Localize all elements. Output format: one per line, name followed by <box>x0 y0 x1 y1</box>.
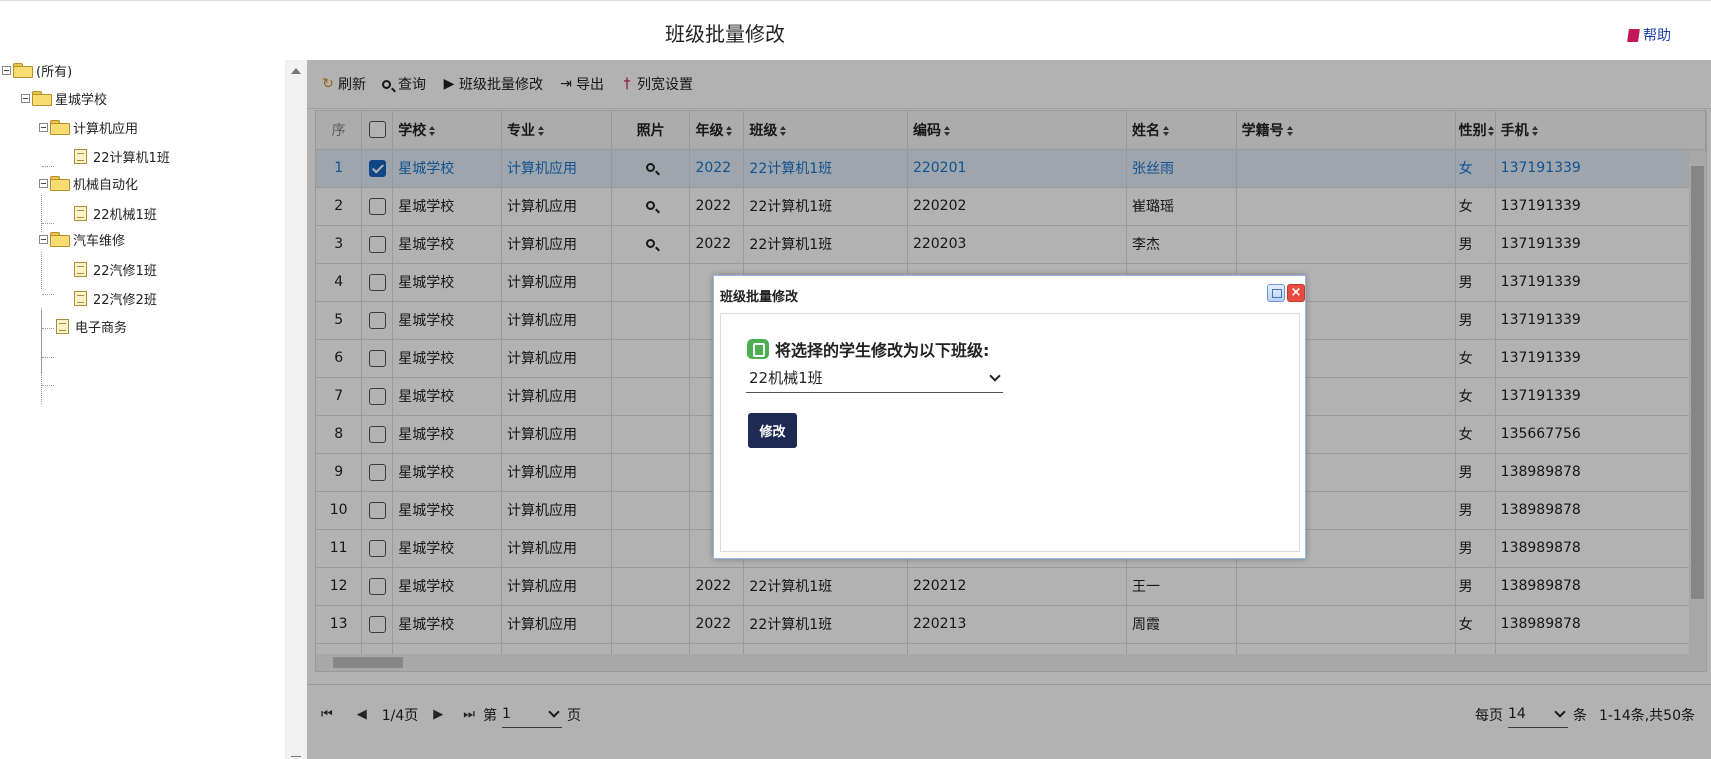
tree-node-label: 22机械1班 <box>93 207 157 223</box>
folder-icon <box>50 232 70 247</box>
collapse-toggle-icon[interactable] <box>39 234 48 244</box>
scroll-down-icon[interactable] <box>291 756 301 757</box>
document-icon <box>74 148 87 164</box>
folder-icon <box>50 120 70 135</box>
page-title: 班级批量修改 <box>665 22 785 46</box>
tree-node-label: 机械自动化 <box>73 177 139 193</box>
document-icon <box>74 290 87 306</box>
tree-node-school[interactable]: 星城学校 <box>21 86 107 110</box>
dialog-body: 将选择的学生修改为以下班级: 22机械1班 修改 <box>720 313 1300 552</box>
tree-node-label: 22汽修2班 <box>93 292 157 308</box>
class-select[interactable]: 22机械1班 <box>746 363 1003 393</box>
form-icon <box>747 339 769 359</box>
folder-icon <box>50 176 70 191</box>
tree-node-major-computer[interactable]: 计算机应用 <box>39 115 138 139</box>
dialog-header: 班级批量修改 × <box>714 276 1305 314</box>
tree-node-major-ecommerce[interactable]: 电子商务 <box>56 314 127 338</box>
tree-node-class[interactable]: 22机械1班 <box>74 201 157 225</box>
collapse-toggle-icon[interactable] <box>39 122 48 132</box>
tree-node-all[interactable]: (所有) <box>2 58 72 82</box>
help-link[interactable]: 帮助 <box>1627 25 1671 45</box>
tree-node-label: 22汽修1班 <box>93 263 157 279</box>
help-label: 帮助 <box>1643 28 1671 44</box>
folder-icon <box>32 91 52 106</box>
tree-node-major-auto[interactable]: 汽车维修 <box>39 227 125 251</box>
scroll-up-icon[interactable] <box>291 68 301 74</box>
tree-node-label: 22计算机1班 <box>93 150 170 166</box>
maximize-icon[interactable] <box>1267 284 1285 302</box>
collapse-toggle-icon[interactable] <box>21 93 30 103</box>
tree-node-label: 汽车维修 <box>73 233 126 249</box>
tree-scrollbar[interactable] <box>285 60 307 759</box>
tree-node-class[interactable]: 22汽修1班 <box>74 257 157 281</box>
tree-node-major-mech[interactable]: 机械自动化 <box>39 171 138 195</box>
collapse-toggle-icon[interactable] <box>2 65 11 75</box>
tree-node-label: 电子商务 <box>75 320 128 336</box>
class-select-value: 22机械1班 <box>749 369 823 387</box>
submit-button[interactable]: 修改 <box>748 413 797 448</box>
book-icon <box>1627 28 1640 42</box>
document-icon <box>74 261 87 277</box>
tree-node-label: 计算机应用 <box>73 121 139 137</box>
category-tree: (所有) 星城学校 计算机应用 22计算机1班 机械自动化 22机械1班 汽车维… <box>0 60 285 759</box>
collapse-toggle-icon[interactable] <box>39 178 48 188</box>
dialog-title: 班级批量修改 <box>720 290 799 305</box>
tree-node-class[interactable]: 22计算机1班 <box>74 144 170 168</box>
dialog-label-text: 将选择的学生修改为以下班级: <box>775 341 990 360</box>
document-icon <box>74 205 87 221</box>
tree-node-class[interactable]: 22汽修2班 <box>74 286 157 310</box>
batch-edit-dialog: 班级批量修改 × 将选择的学生修改为以下班级: 22机械1班 修改 <box>713 275 1306 559</box>
chevron-down-icon <box>989 369 1001 382</box>
document-icon <box>56 318 69 334</box>
top-header: 班级批量修改 帮助 <box>0 0 1711 60</box>
dialog-label: 将选择的学生修改为以下班级: <box>747 337 989 361</box>
folder-icon <box>13 63 33 78</box>
close-icon[interactable]: × <box>1287 284 1305 302</box>
tree-node-label: (所有) <box>36 64 73 80</box>
tree-node-label: 星城学校 <box>55 92 108 108</box>
